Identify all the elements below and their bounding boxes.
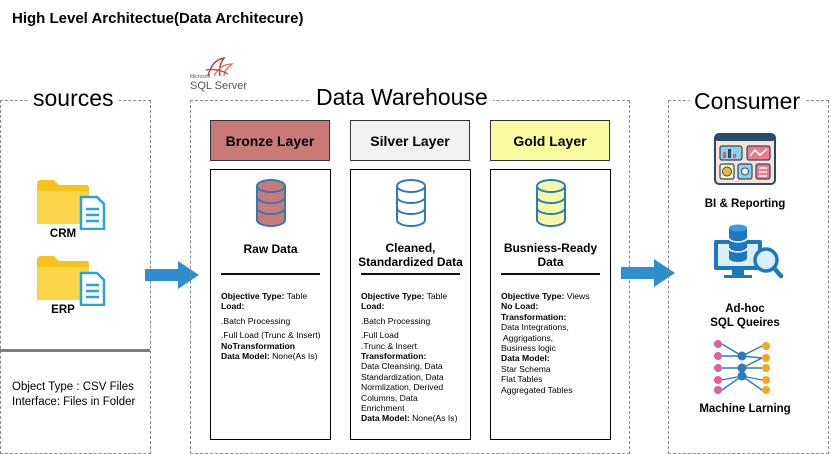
database-search-icon [714,224,784,279]
consumer-title: Consumer [689,88,806,114]
silver-card-divider [361,273,460,275]
gold-card-title: Busniess-Ready Data [491,241,610,269]
gold-transformation-label: Transformation: [501,311,567,322]
bronze-model-value: None(As Is) [272,351,318,362]
bronze-objective-label: Objective Type: [221,291,285,301]
silver-model-value: None(As Is) [412,413,458,424]
silver-load-item: .Full Load [361,330,399,341]
silver-card-title-line1: Cleaned, [385,241,436,255]
silver-transformation-item: Normlization, Derived [361,382,444,393]
gold-card-title-line1: Busniess-Ready [503,241,598,255]
gold-layer-card: Busniess-Ready Data Objective Type: View… [490,169,611,440]
adhoc-sql-label-line2: SQL Queires [710,317,780,329]
sources-title: sources [28,85,119,111]
gold-model-item: Aggregated Tables [501,384,573,395]
bronze-card-title: Raw Data [243,242,298,256]
gold-transformation-item: Data Integrations, [501,322,569,333]
bronze-layer-header: Bronze Layer [210,120,330,161]
gold-transformation-item: Business logic [501,343,556,354]
interface-text: Interface: Files in Folder [12,396,136,408]
sql-server-text: SQL Server [190,80,248,92]
bronze-model-label: Data Model: [221,351,270,362]
machine-learning-label: Machine Larning [699,403,791,415]
silver-load-item: .Batch Processing [361,315,431,326]
silver-load-label: Load: [361,301,385,312]
bronze-load-item: .Full Load (Trunc & Insert) [221,330,321,341]
silver-transformation-item: Columns, Data [361,392,418,403]
silver-layer-header: Silver Layer [350,120,470,161]
bronze-database-icon [255,179,286,227]
bronze-objective-value: Table [286,291,308,301]
crm-label: CRM [49,228,77,240]
silver-layer-card: Cleaned, Standardized Data Objective Typ… [350,169,471,440]
silver-objective-value: Table [426,291,448,301]
sql-server-logo-icon: Microsoft SQL Server [190,56,248,94]
gold-objective-value: Views [566,291,590,301]
gold-layer-header: Gold Layer [490,120,610,161]
bronze-transformation-label: NoTransformation [221,340,296,351]
erp-label: ERP [51,304,75,316]
bronze-load-label: Load: [221,301,245,312]
silver-transformation-item: Data Cleansing, Data [361,361,443,372]
neural-network-icon [714,340,770,394]
silver-card-details: Objective Type: Table Load: .Batch Proce… [361,291,464,424]
gold-model-item: Flat Tables [501,374,543,385]
adhoc-sql-label-line1: Ad-hoc [725,303,765,315]
object-type-text: Object Type : CSV Files [12,381,134,393]
erp-folder-icon [37,256,106,306]
bronze-card-details: Objective Type: Table Load: .Batch Proce… [221,291,324,361]
gold-card-divider [501,273,600,275]
bi-reporting-label: BI & Reporting [704,198,786,210]
silver-transformation-label: Transformation: [361,351,427,362]
warehouse-title: Data Warehouse [311,84,493,110]
sources-divider [0,349,150,352]
gold-database-icon [535,179,566,227]
silver-load-item: .Trunc & Insert [361,340,418,351]
bronze-card-divider [221,273,320,275]
bronze-load-item: .Batch Processing [221,315,291,326]
silver-transformation-item: Enrichment [361,403,405,414]
silver-card-title-line2: Standardized Data [358,255,463,269]
bronze-layer-card: Raw Data Objective Type: Table Load: .Ba… [210,169,331,440]
silver-database-icon [395,179,426,227]
silver-card-title: Cleaned, Standardized Data [351,241,470,269]
silver-transformation-item: Standardization, Data [361,371,444,382]
sources-info: Object Type : CSV Files Interface: Files… [12,380,135,410]
page-title: High Level Architectue(Data Architecure) [12,10,304,27]
gold-objective-label: Objective Type: [501,291,565,301]
gold-load-label: No Load: [501,301,539,312]
gold-model-item: Star Schema [501,363,551,374]
dashboard-icon [714,133,776,185]
crm-folder-icon [37,180,106,230]
gold-card-title-line2: Data [537,255,564,269]
gold-card-details: Objective Type: Views No Load: Transform… [501,291,604,395]
adhoc-sql-label: Ad-hoc SQL Queires [680,302,810,330]
silver-objective-label: Objective Type: [361,291,425,301]
silver-model-label: Data Model: [361,413,410,424]
gold-transformation-item: Aggrigations, [501,332,554,343]
gold-model-label: Data Model: [501,353,550,364]
